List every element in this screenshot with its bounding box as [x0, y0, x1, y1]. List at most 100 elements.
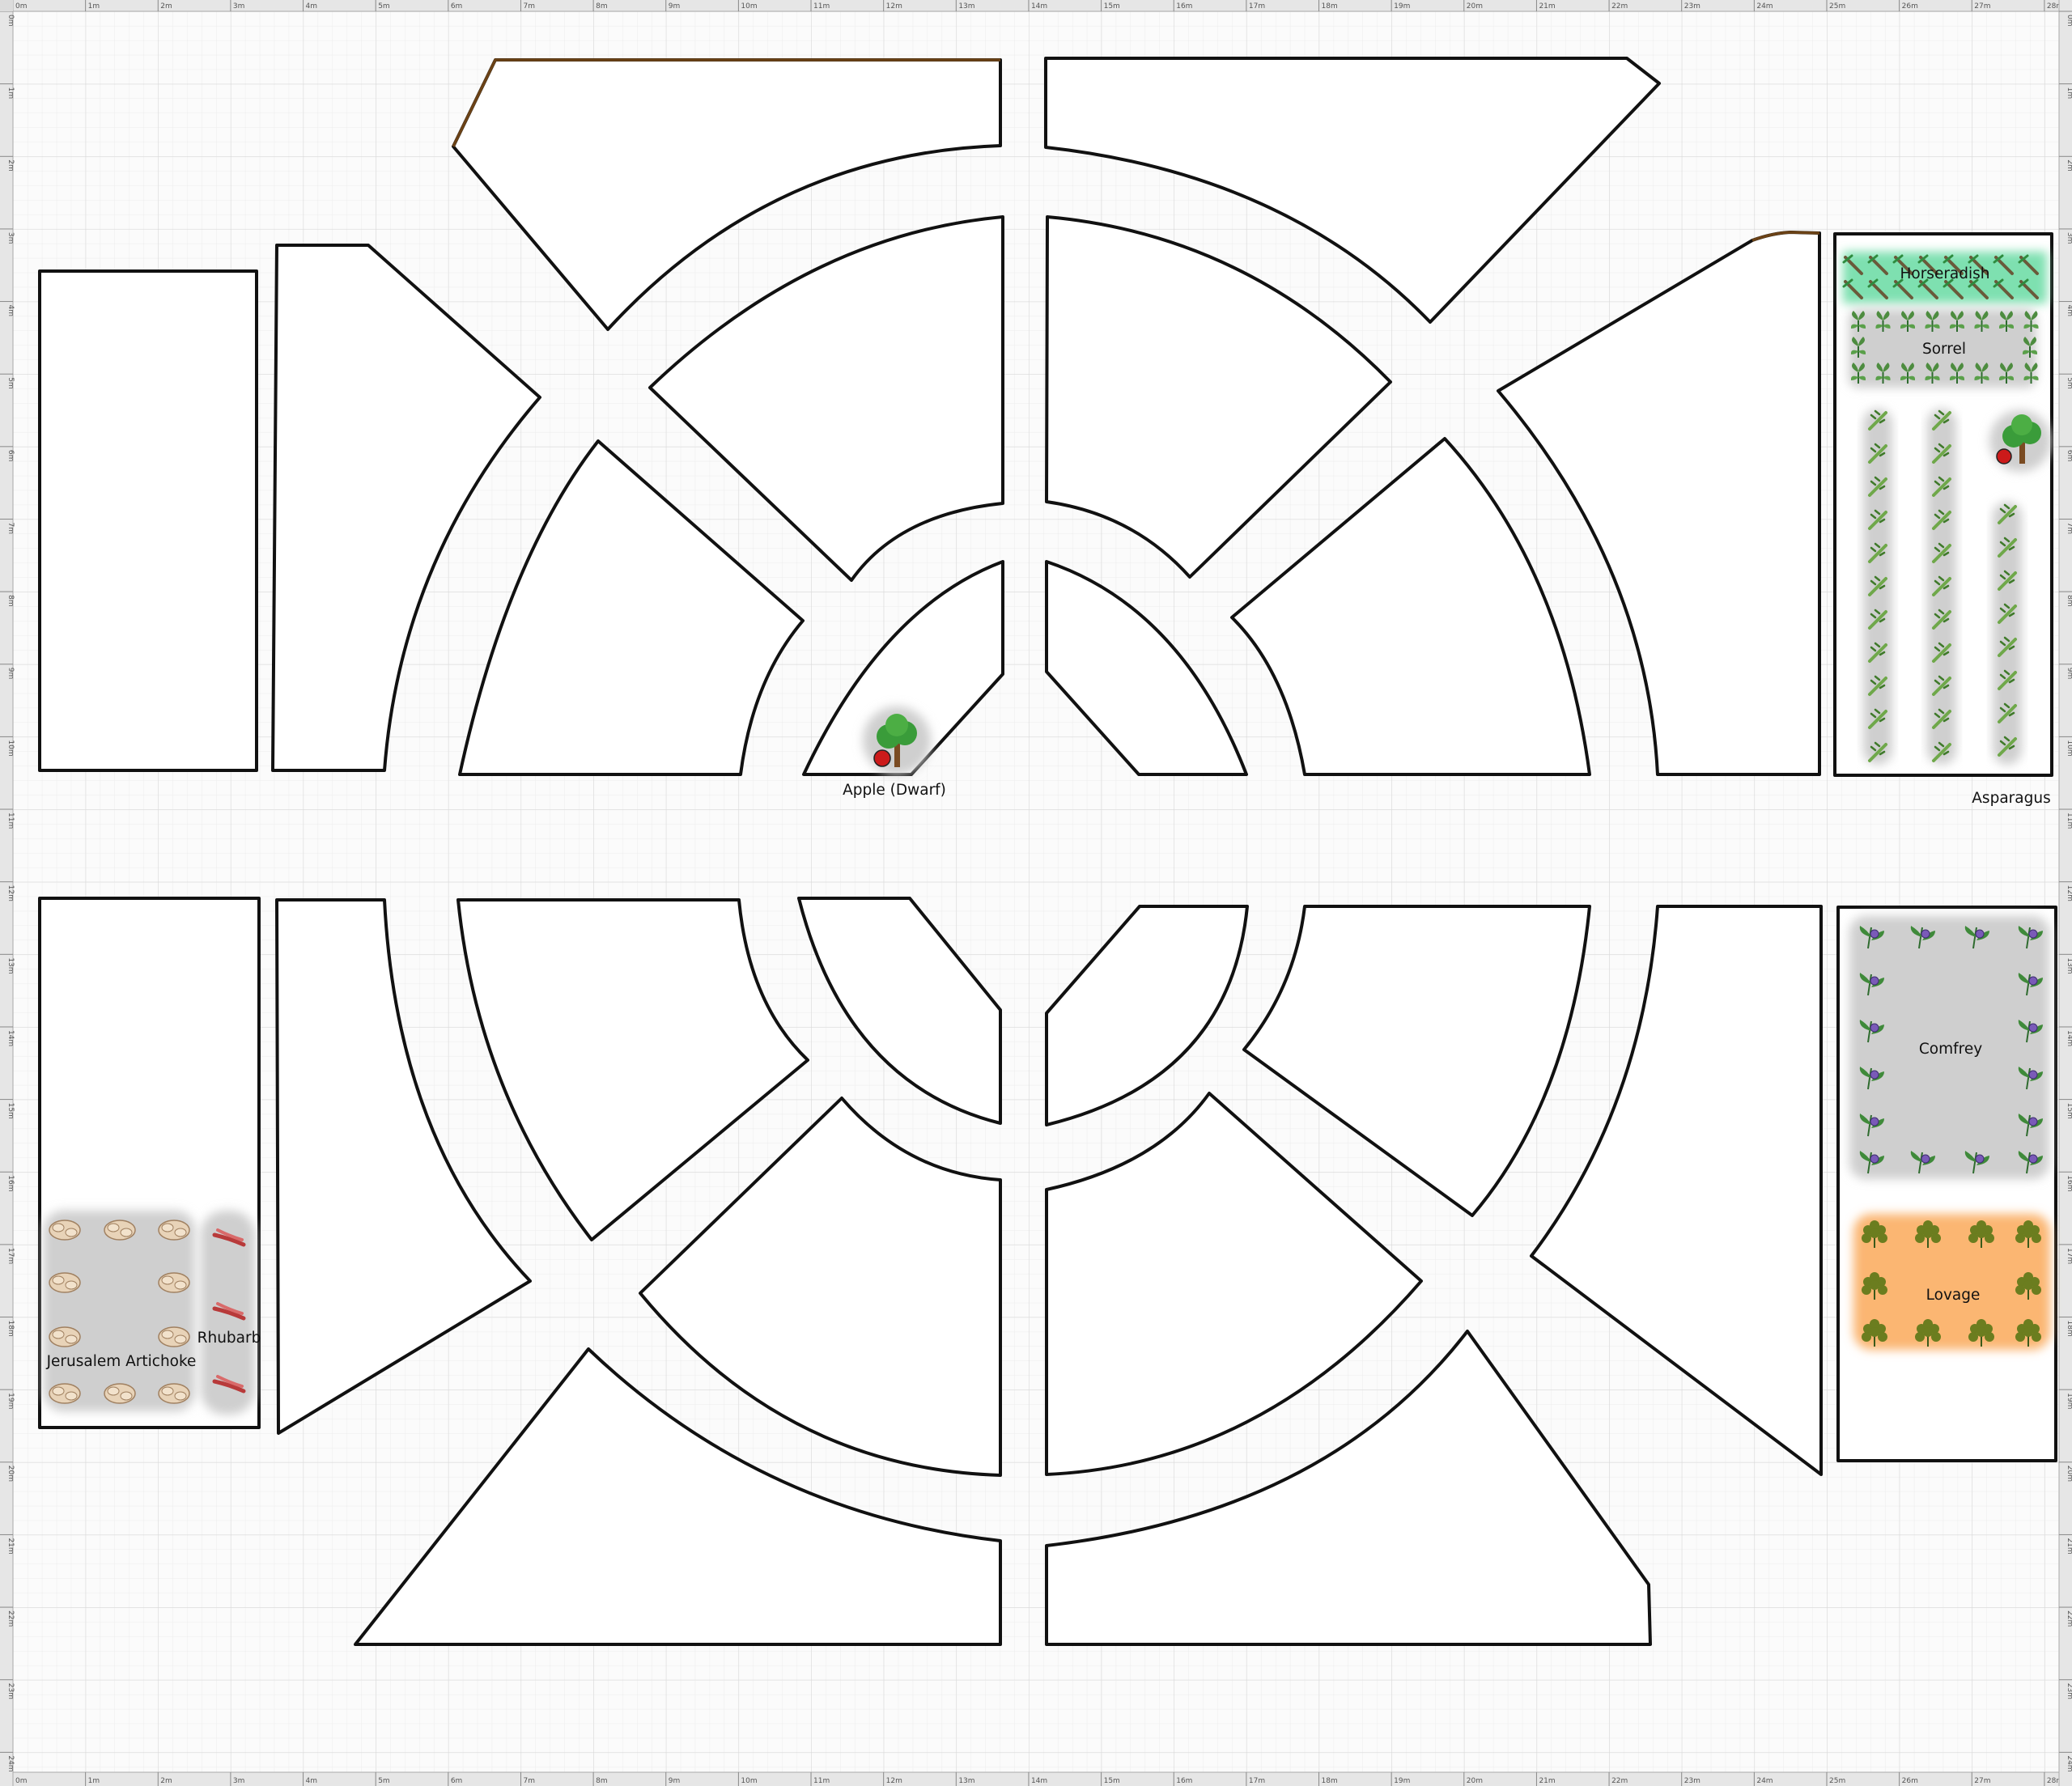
- jerusalem-artichoke-icon: [49, 1383, 81, 1404]
- comfrey-area[interactable]: Comfrey: [1849, 916, 2049, 1179]
- ruler-tick-label: 14m: [1031, 1777, 1047, 1785]
- garden-plan-canvas[interactable]: 0m 1m 2m 3m 4m 5m 6m 7m 8m 9m 10m 11m 12m 13m 14m 15m 16…: [0, 0, 2072, 1786]
- rhubarb-area[interactable]: Rhubarb: [197, 1211, 261, 1415]
- ruler-tick-label: 26m: [1902, 2, 1918, 11]
- ruler-tick-label: 0m: [15, 1777, 28, 1785]
- ruler-tick-label: 12m: [6, 885, 15, 901]
- ruler-bottom: 0m 1m 2m 3m 4m 5m 6m 7m 8m 9m 10m 11m 12m 13m 14m 15m 16…: [0, 1771, 2072, 1786]
- ruler-tick-label: 6m: [451, 2, 463, 11]
- ruler-tick-label: 7m: [523, 2, 535, 11]
- ruler-tick-label: 9m: [669, 2, 681, 11]
- ruler-tick-label: 22m: [6, 1610, 15, 1627]
- ruler-tick-label: 22m: [2066, 1610, 2072, 1627]
- ruler-tick-label: 3m: [233, 1777, 245, 1785]
- ruler-tick-label: 0m: [2066, 15, 2072, 27]
- ruler-tick-label: 21m: [6, 1538, 15, 1554]
- ruler-tick-label: 9m: [6, 668, 15, 680]
- jerusalem-artichoke-icon: [158, 1220, 190, 1241]
- ruler-tick-label: 6m: [451, 1777, 463, 1785]
- ruler-tick-label: 14m: [6, 1030, 15, 1046]
- ruler-tick-label: 3m: [2066, 232, 2072, 244]
- ruler-tick-label: 11m: [813, 2, 830, 11]
- ruler-tick-label: 13m: [6, 957, 15, 974]
- horseradish-area[interactable]: Horseradish: [1842, 252, 2047, 303]
- jerusalem-artichoke-icon: [49, 1220, 81, 1241]
- asparagus-label: Asparagus: [1972, 790, 2050, 807]
- horseradish-label: Horseradish: [1900, 265, 1989, 282]
- ruler-tick-label: 18m: [1322, 2, 1338, 11]
- ruler-tick-label: 19m: [1394, 2, 1410, 11]
- apple-tree-right-plant[interactable]: [1989, 410, 2051, 472]
- ruler-tick-label: 1m: [88, 1777, 100, 1785]
- ruler-tick-label: 17m: [1249, 2, 1265, 11]
- jerusalem-artichoke-area[interactable]: Jerusalem Artichoke: [44, 1211, 196, 1411]
- ruler-tick-label: 14m: [1031, 2, 1047, 11]
- ruler-tick-label: 8m: [596, 1777, 608, 1785]
- ruler-tick-label: 22m: [1611, 1777, 1628, 1785]
- ruler-tick-label: 23m: [6, 1683, 15, 1699]
- jerusalem-artichoke-label: Jerusalem Artichoke: [46, 1353, 197, 1370]
- ruler-tick-label: 10m: [2066, 740, 2072, 756]
- ruler-tick-label: 27m: [1974, 2, 1990, 11]
- ruler-tick-label: 23m: [1684, 1777, 1700, 1785]
- ruler-tick-label: 21m: [1539, 2, 1555, 11]
- bed-top-left-rect[interactable]: [38, 269, 258, 772]
- ruler-tick-label: 7m: [523, 1777, 535, 1785]
- ruler-tick-label: 5m: [2066, 377, 2072, 389]
- ruler-tick-label: 25m: [1829, 1777, 1845, 1785]
- ruler-tick-label: 19m: [6, 1393, 15, 1409]
- jerusalem-artichoke-icon: [158, 1326, 190, 1347]
- ruler-tick-label: 27m: [1974, 1777, 1990, 1785]
- ruler-tick-label: 3m: [233, 2, 245, 11]
- apple-dwarf-label: Apple (Dwarf): [843, 782, 946, 799]
- ruler-tick-label: 5m: [378, 2, 390, 11]
- ruler-tick-label: 11m: [6, 812, 15, 829]
- ruler-tick-label: 20m: [1467, 2, 1483, 11]
- ruler-tick-label: 11m: [2066, 812, 2072, 829]
- ruler-tick-label: 17m: [6, 1248, 15, 1264]
- ruler-tick-label: 8m: [6, 595, 15, 607]
- ruler-tick-label: 19m: [1394, 1777, 1410, 1785]
- ruler-tick-label: 20m: [1467, 1777, 1483, 1785]
- ruler-tick-label: 16m: [6, 1175, 15, 1191]
- ruler-tick-label: 10m: [741, 2, 757, 11]
- ruler-tick-label: 2m: [2066, 159, 2072, 172]
- ruler-tick-label: 9m: [669, 1777, 681, 1785]
- ruler-tick-label: 16m: [1176, 1777, 1192, 1785]
- ruler-tick-label: 1m: [2066, 87, 2072, 100]
- ruler-tick-label: 15m: [6, 1103, 15, 1119]
- ruler-tick-label: 4m: [306, 1777, 318, 1785]
- jerusalem-artichoke-icon: [49, 1272, 81, 1293]
- sorrel-area[interactable]: Sorrel: [1849, 309, 2039, 388]
- ruler-tick-label: 5m: [378, 1777, 390, 1785]
- ruler-tick-label: 14m: [2066, 1030, 2072, 1046]
- ruler-tick-label: 16m: [1176, 2, 1192, 11]
- lovage-area[interactable]: Lovage: [1853, 1214, 2050, 1350]
- ruler-tick-label: 4m: [6, 305, 15, 317]
- ruler-tick-label: 20m: [6, 1466, 15, 1482]
- ruler-tick-label: 12m: [886, 2, 902, 11]
- ruler-tick-label: 24m: [2066, 1755, 2072, 1771]
- ruler-tick-label: 17m: [1249, 1777, 1265, 1785]
- ruler-tick-label: 7m: [6, 522, 15, 534]
- ruler-tick-label: 18m: [6, 1321, 15, 1337]
- lovage-label: Lovage: [1926, 1287, 1981, 1304]
- ruler-tick-label: 15m: [1104, 2, 1120, 11]
- jerusalem-artichoke-icon: [158, 1272, 190, 1293]
- ruler-tick-label: 6m: [2066, 450, 2072, 462]
- ruler-left: 0m 1m 2m 3m 4m 5m 6m 7m 8m 9m 10m 11m 12m 13m 14m 15m 16…: [0, 0, 15, 1786]
- ruler-tick-label: 21m: [2066, 1538, 2072, 1554]
- ruler-tick-label: 1m: [88, 2, 100, 11]
- ruler-tick-label: 12m: [2066, 885, 2072, 901]
- ruler-tick-label: 16m: [2066, 1175, 2072, 1191]
- ruler-tick-label: 18m: [1322, 1777, 1338, 1785]
- ruler-tick-label: 11m: [813, 1777, 830, 1785]
- ruler-tick-label: 23m: [1684, 2, 1700, 11]
- ruler-tick-label: 8m: [2066, 595, 2072, 607]
- ruler-tick-label: 5m: [6, 377, 15, 389]
- ruler-tick-label: 24m: [1756, 1777, 1773, 1785]
- ruler-tick-label: 1m: [6, 87, 15, 100]
- ruler-right: 0m 1m 2m 3m 4m 5m 6m 7m 8m 9m 10m 11m 12m 13m 14m 15m 16…: [2058, 0, 2072, 1786]
- ruler-tick-label: 13m: [958, 2, 974, 11]
- ruler-tick-label: 17m: [2066, 1248, 2072, 1264]
